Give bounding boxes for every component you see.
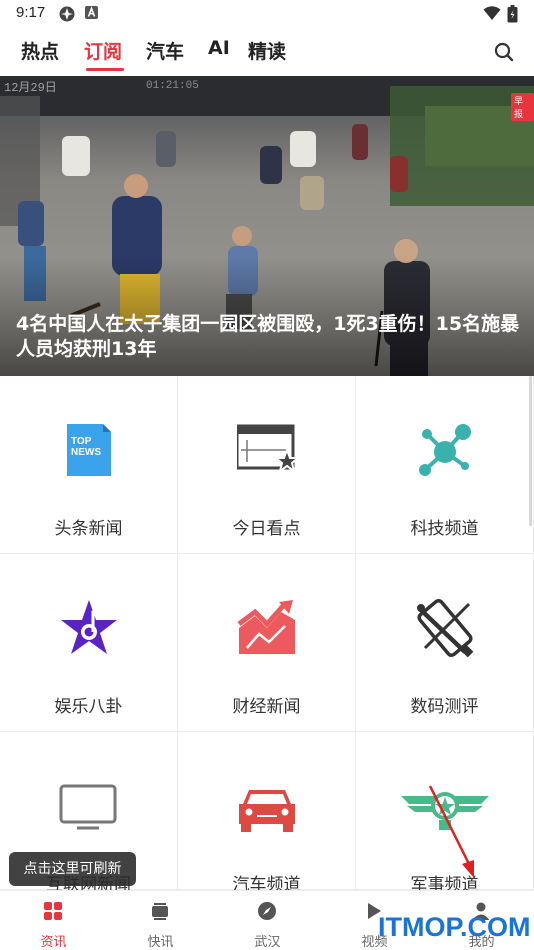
search-icon[interactable] xyxy=(492,40,516,64)
channel-entertainment[interactable]: 娱乐八卦 xyxy=(0,554,178,732)
a-badge-icon xyxy=(85,5,99,25)
headline-banner[interactable]: 12月29日 01:21:05 早报 4名中国人在太子集团一园区被围殴，1死3重… xyxy=(0,76,534,376)
news-stack-icon xyxy=(150,901,170,921)
channel-label: 财经新闻 xyxy=(232,697,301,717)
finance-chart-icon xyxy=(237,598,297,658)
refresh-toast[interactable]: 点击这里可刷新 xyxy=(9,852,136,886)
network-nodes-icon xyxy=(415,420,475,480)
bottom-nav-wuhan[interactable]: 武汉 xyxy=(214,891,321,950)
channel-tech[interactable]: 科技频道 xyxy=(356,376,534,554)
status-bar: 9:17 xyxy=(0,0,534,28)
banner-title[interactable]: 4名中国人在太子集团一园区被围殴，1死3重伤！15名施暴人员均获刑13年 xyxy=(16,312,521,362)
bottom-nav-flash[interactable]: 快讯 xyxy=(107,891,214,950)
bottom-nav-label: 快讯 xyxy=(147,935,174,950)
channel-label: 娱乐八卦 xyxy=(54,697,123,717)
status-time: 9:17 xyxy=(16,4,46,21)
carousel-indicator xyxy=(250,368,284,371)
app-icon xyxy=(58,5,76,27)
channel-military[interactable]: 军事频道 xyxy=(356,732,534,895)
top-news-icon: TOP NEWS xyxy=(59,420,119,480)
channel-label: 头条新闻 xyxy=(54,519,123,539)
grid-icon xyxy=(43,901,63,921)
table-star-icon xyxy=(235,420,301,480)
channel-finance[interactable]: 财经新闻 xyxy=(178,554,356,732)
channel-top-news[interactable]: TOP NEWS 头条新闻 xyxy=(0,376,178,554)
bottom-nav-news[interactable]: 资讯 xyxy=(0,891,107,950)
battery-icon xyxy=(507,5,518,27)
channel-digital[interactable]: 数码测评 xyxy=(356,554,534,732)
car-icon xyxy=(237,776,297,836)
banner-timestamp: 12月29日 xyxy=(4,81,57,95)
bottom-nav-label: 武汉 xyxy=(254,935,281,950)
channel-label: 科技频道 xyxy=(410,519,479,539)
svg-text:NEWS: NEWS xyxy=(71,447,101,458)
channel-label: 今日看点 xyxy=(232,519,301,539)
military-wings-icon xyxy=(401,776,489,836)
phone-tools-icon xyxy=(415,598,475,658)
active-tab-indicator xyxy=(86,68,124,71)
channel-grid: TOP NEWS 头条新闻 今日看点 科技频道 娱乐八卦 财经新闻 数码测评 汽… xyxy=(0,376,534,895)
music-star-icon xyxy=(59,598,119,658)
scrollbar[interactable] xyxy=(529,376,532,526)
tab-auto[interactable]: 汽车 xyxy=(146,37,184,64)
top-tab-bar: 热点 订阅 汽车 AI 精读 xyxy=(0,28,534,76)
bottom-nav-label: 资讯 xyxy=(40,935,67,950)
tab-hot[interactable]: 热点 xyxy=(21,37,59,64)
tab-deep-read[interactable]: 精读 xyxy=(248,37,286,64)
channel-auto[interactable]: 汽车频道 xyxy=(178,732,356,895)
svg-text:TOP: TOP xyxy=(71,436,92,447)
compass-icon xyxy=(257,901,277,921)
watermark: ITMOP.COM xyxy=(378,912,531,942)
tab-subscribe[interactable]: 订阅 xyxy=(84,37,122,64)
channel-label: 数码测评 xyxy=(410,697,479,717)
monitor-icon xyxy=(59,776,119,836)
tab-ai[interactable]: AI xyxy=(208,37,230,59)
banner-badge: 早报 xyxy=(511,93,534,121)
wifi-icon xyxy=(483,5,501,25)
channel-today[interactable]: 今日看点 xyxy=(178,376,356,554)
banner-clock: 01:21:05 xyxy=(146,80,199,92)
